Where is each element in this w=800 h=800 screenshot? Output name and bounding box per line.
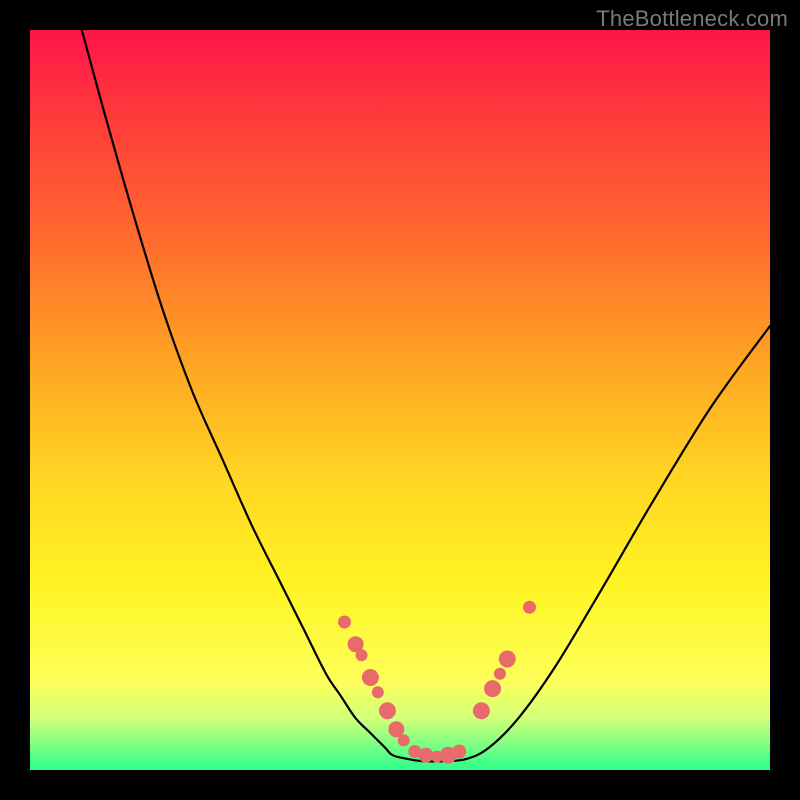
data-point bbox=[523, 601, 536, 614]
chart-plot-area bbox=[30, 30, 770, 770]
data-point bbox=[452, 745, 466, 759]
data-point bbox=[398, 734, 410, 746]
data-point bbox=[362, 669, 379, 686]
data-point bbox=[356, 649, 368, 661]
chart-svg bbox=[30, 30, 770, 770]
data-point bbox=[484, 680, 501, 697]
data-point bbox=[499, 651, 516, 668]
data-point bbox=[473, 702, 490, 719]
watermark-text: TheBottleneck.com bbox=[596, 6, 788, 32]
data-point bbox=[338, 616, 351, 629]
data-point bbox=[418, 748, 433, 763]
data-point bbox=[372, 686, 384, 698]
data-point bbox=[379, 702, 396, 719]
data-point bbox=[494, 668, 506, 680]
bottleneck-curve bbox=[82, 30, 770, 761]
